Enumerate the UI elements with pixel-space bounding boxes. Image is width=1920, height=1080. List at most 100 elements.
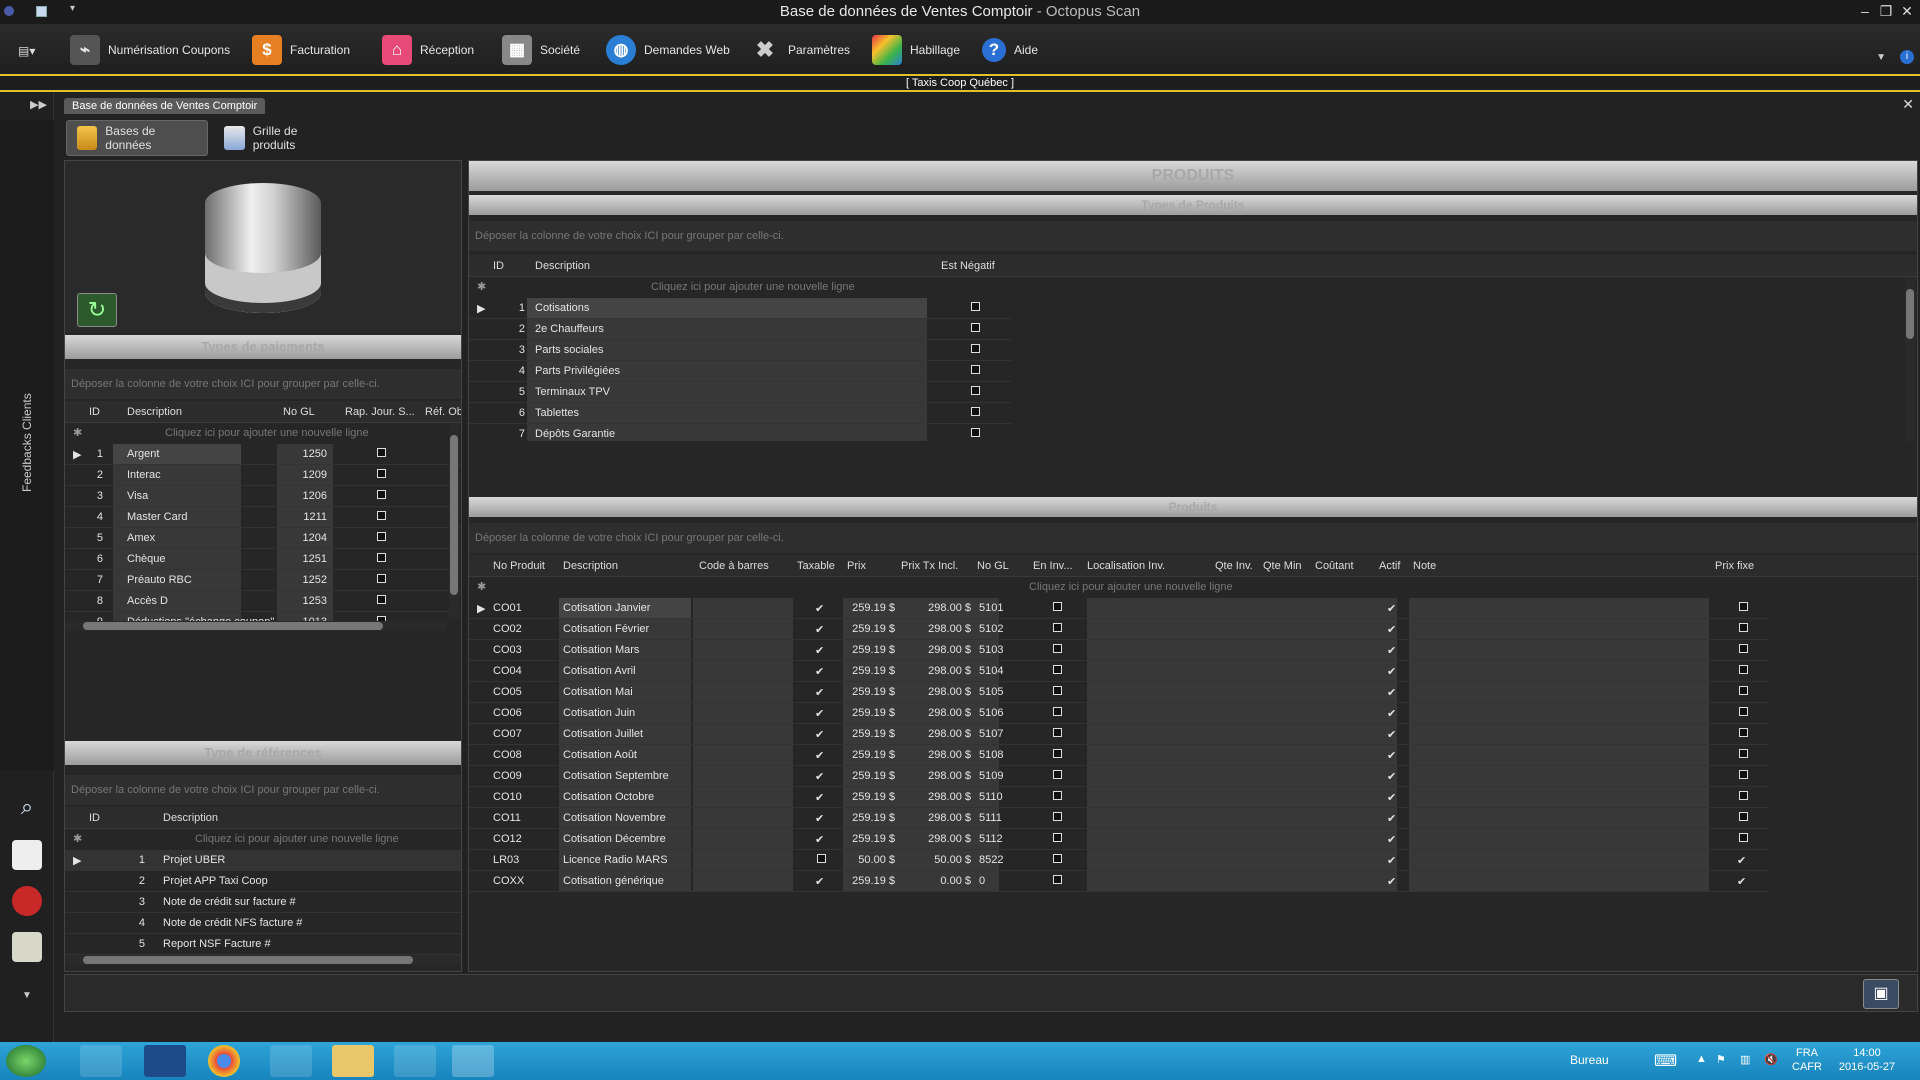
- table-row[interactable]: 3 Parts sociales: [469, 340, 1011, 361]
- checkbox[interactable]: [1053, 770, 1062, 779]
- checkbox-checked[interactable]: ✔: [815, 686, 824, 699]
- checkbox-checked[interactable]: ✔: [815, 812, 824, 825]
- payment-types-group-area[interactable]: Déposer la colonne de votre choix ICI po…: [65, 369, 461, 399]
- checkbox[interactable]: [1739, 686, 1748, 695]
- checkbox[interactable]: [1739, 770, 1748, 779]
- checklist-icon[interactable]: [12, 840, 42, 870]
- reference-types-hscroll[interactable]: [65, 955, 461, 965]
- table-row[interactable]: 5 Terminaux TPV: [469, 382, 1011, 403]
- taskbar-app-chrome[interactable]: [208, 1045, 240, 1077]
- flag-icon[interactable]: ⚑: [1716, 1053, 1726, 1066]
- table-row[interactable]: 7 Préauto RBC 1252: [65, 570, 461, 591]
- table-row[interactable]: 5 Report NSF Facture #: [65, 934, 461, 955]
- col-header[interactable]: Taxable: [797, 560, 835, 572]
- refresh-button[interactable]: ↻: [77, 293, 117, 327]
- taskbar-app-powershell[interactable]: [144, 1045, 186, 1077]
- col-header[interactable]: Qte Min: [1263, 560, 1302, 572]
- checkbox[interactable]: [1053, 875, 1062, 884]
- col-description[interactable]: Description: [127, 406, 182, 418]
- checkbox-checked[interactable]: ✔: [815, 770, 824, 783]
- checkbox-checked[interactable]: ✔: [815, 875, 824, 888]
- checkbox-checked[interactable]: ✔: [1387, 665, 1396, 678]
- taskbar-app-tools[interactable]: [270, 1045, 312, 1077]
- table-row[interactable]: 4 Note de crédit NFS facture #: [65, 913, 461, 934]
- toolbar-parametres[interactable]: ✖ Paramètres: [750, 34, 850, 66]
- col-header[interactable]: Prix Tx Incl.: [901, 560, 958, 572]
- col-header[interactable]: Coûtant: [1315, 560, 1354, 572]
- minimize-button[interactable]: –: [1856, 3, 1874, 19]
- checkbox-checked[interactable]: ✔: [815, 707, 824, 720]
- table-row[interactable]: ▶ CO01 Cotisation Janvier ✔ 259.19 $ 298.00 $…: [469, 598, 1769, 619]
- col-header[interactable]: Prix fixe: [1715, 560, 1754, 572]
- checkbox-checked[interactable]: ✔: [1387, 623, 1396, 636]
- table-row[interactable]: CO05 Cotisation Mai ✔ 259.19 $ 298.00 $ 5105 ✔: [469, 682, 1769, 703]
- language-indicator[interactable]: FRA CAFR: [1792, 1046, 1822, 1074]
- col-header[interactable]: En Inv...: [1033, 560, 1073, 572]
- col-id[interactable]: ID: [89, 406, 100, 418]
- toolbar-facturation[interactable]: $ Facturation: [252, 34, 350, 66]
- checkbox-checked[interactable]: ✔: [1387, 875, 1396, 888]
- table-row[interactable]: ▶ 1 Cotisations: [469, 298, 1011, 319]
- table-row[interactable]: 2 Projet APP Taxi Coop: [65, 871, 461, 892]
- checkbox-checked[interactable]: ✔: [1387, 686, 1396, 699]
- checkbox[interactable]: [1739, 707, 1748, 716]
- checkbox[interactable]: [1739, 623, 1748, 632]
- close-window-button[interactable]: ✕: [1898, 3, 1916, 19]
- rail-more-icon[interactable]: ▼: [22, 990, 32, 1001]
- checkbox-checked[interactable]: ✔: [1387, 770, 1396, 783]
- taskbar-bureau-label[interactable]: Bureau: [1570, 1053, 1609, 1067]
- layout-menu-button[interactable]: ▤▾: [18, 44, 40, 58]
- checkbox[interactable]: [1739, 812, 1748, 821]
- tab-grille-de-produits[interactable]: Grille de produits: [214, 120, 348, 156]
- checkbox-checked[interactable]: ✔: [1387, 812, 1396, 825]
- table-row[interactable]: COXX Cotisation générique ✔ 259.19 $ 0.00 $ 0…: [469, 871, 1769, 892]
- checkbox[interactable]: [1053, 728, 1062, 737]
- table-row[interactable]: ▶ 1 Projet UBER: [65, 850, 461, 871]
- col-rap-jour[interactable]: Rap. Jour. S...: [345, 406, 415, 418]
- checkbox[interactable]: [1053, 644, 1062, 653]
- checkbox[interactable]: [377, 553, 386, 562]
- checkbox-checked[interactable]: ✔: [1387, 707, 1396, 720]
- checkbox[interactable]: [1053, 812, 1062, 821]
- table-row[interactable]: CO12 Cotisation Décembre ✔ 259.19 $ 298.00 $…: [469, 829, 1769, 850]
- products-group-area[interactable]: Déposer la colonne de votre choix ICI po…: [469, 523, 1917, 553]
- payment-types-hscroll[interactable]: [65, 621, 447, 631]
- new-row[interactable]: ✱ Cliquez ici pour ajouter une nouvelle l…: [65, 829, 461, 850]
- checkbox-checked[interactable]: ✔: [815, 728, 824, 741]
- checkbox[interactable]: [377, 511, 386, 520]
- product-types-vscroll[interactable]: [1905, 277, 1915, 441]
- checkbox[interactable]: [1739, 833, 1748, 842]
- checkbox-checked[interactable]: ✔: [1387, 854, 1396, 867]
- checkbox[interactable]: [1053, 707, 1062, 716]
- table-row[interactable]: 6 Chèque 1251: [65, 549, 461, 570]
- tab-bases-de-donnees[interactable]: Bases de données: [66, 120, 208, 156]
- table-row[interactable]: 4 Master Card 1211: [65, 507, 461, 528]
- checkbox-checked[interactable]: ✔: [1387, 602, 1396, 615]
- checkbox[interactable]: [1739, 602, 1748, 611]
- table-row[interactable]: 3 Visa 1206: [65, 486, 461, 507]
- col-header[interactable]: Note: [1413, 560, 1436, 572]
- table-row[interactable]: 4 Parts Privilégiées: [469, 361, 1011, 382]
- toolbar-numerisation[interactable]: ⌁ Numérisation Coupons: [70, 34, 230, 66]
- keyboard-icon[interactable]: ⌨: [1654, 1051, 1677, 1071]
- table-row[interactable]: 8 Accès D 1253: [65, 591, 461, 612]
- checkbox[interactable]: [1053, 686, 1062, 695]
- table-row[interactable]: 5 Amex 1204: [65, 528, 461, 549]
- checkbox[interactable]: [377, 448, 386, 457]
- checkbox-checked[interactable]: ✔: [1387, 833, 1396, 846]
- checkbox[interactable]: [971, 386, 980, 395]
- start-button[interactable]: [6, 1045, 46, 1077]
- checkbox[interactable]: [1739, 749, 1748, 758]
- col-header[interactable]: Actif: [1379, 560, 1400, 572]
- checkbox-checked[interactable]: ✔: [1387, 791, 1396, 804]
- new-row[interactable]: ✱ Cliquez ici pour ajouter une nouvelle l…: [65, 423, 461, 444]
- checkbox[interactable]: [971, 365, 980, 374]
- checkbox[interactable]: [971, 323, 980, 332]
- ribbon-collapse-icon[interactable]: ▼: [1876, 52, 1886, 63]
- checkbox[interactable]: [1053, 854, 1062, 863]
- checkbox[interactable]: [971, 407, 980, 416]
- col-header[interactable]: Prix: [847, 560, 866, 572]
- checkbox[interactable]: [377, 532, 386, 541]
- toolbar-societe[interactable]: ▦ Société: [502, 34, 580, 66]
- col-ref-ob[interactable]: Réf. Ob: [425, 406, 461, 418]
